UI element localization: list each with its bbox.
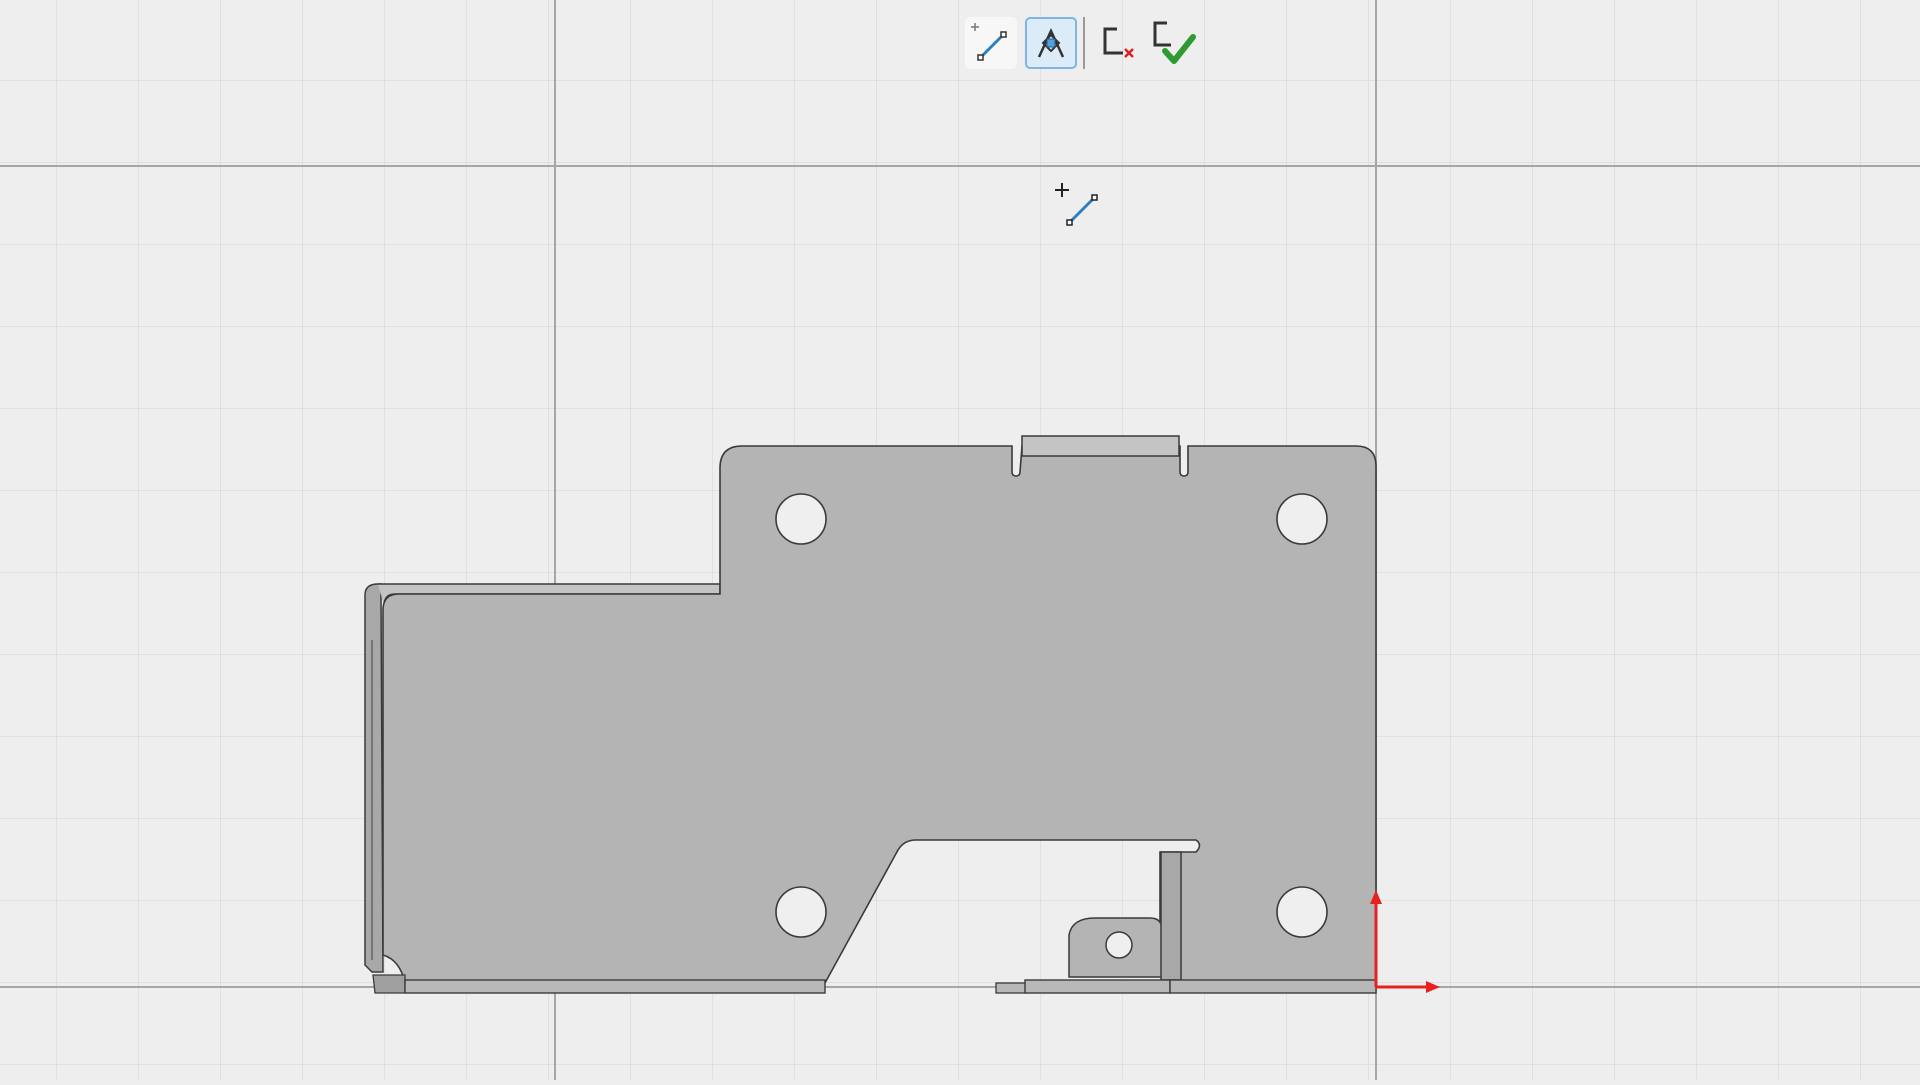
line-tool-button[interactable] <box>965 16 1017 69</box>
hole-bottom-left <box>775 886 827 938</box>
left-flange <box>364 583 384 973</box>
cancel-sketch-icon <box>1103 27 1134 58</box>
sketch-line-icon <box>971 22 1007 61</box>
hole-top-left <box>775 493 827 545</box>
cancel-sketch-button[interactable] <box>1093 17 1145 69</box>
toolbar-separator <box>1083 16 1085 69</box>
hole-top-right <box>1276 493 1328 545</box>
top-tab <box>1021 435 1180 457</box>
project-edge-icon <box>1037 27 1065 58</box>
bottom-flange-left <box>404 979 826 994</box>
sketch-canvas[interactable] <box>0 0 1920 1080</box>
line-cursor-icon <box>1055 183 1098 226</box>
sketch-toolbar <box>965 15 1197 70</box>
hole-bottom-right <box>1276 886 1328 938</box>
bracket-hole <box>1105 931 1133 959</box>
project-tool-button[interactable] <box>1025 16 1077 69</box>
vertical-flange <box>1160 851 1182 981</box>
finish-sketch-icon <box>1153 21 1196 64</box>
bottom-flange-right <box>1169 979 1377 994</box>
finish-sketch-button[interactable] <box>1145 17 1197 69</box>
canvas-svg[interactable] <box>0 0 1920 1080</box>
line-cursor <box>1050 180 1100 230</box>
